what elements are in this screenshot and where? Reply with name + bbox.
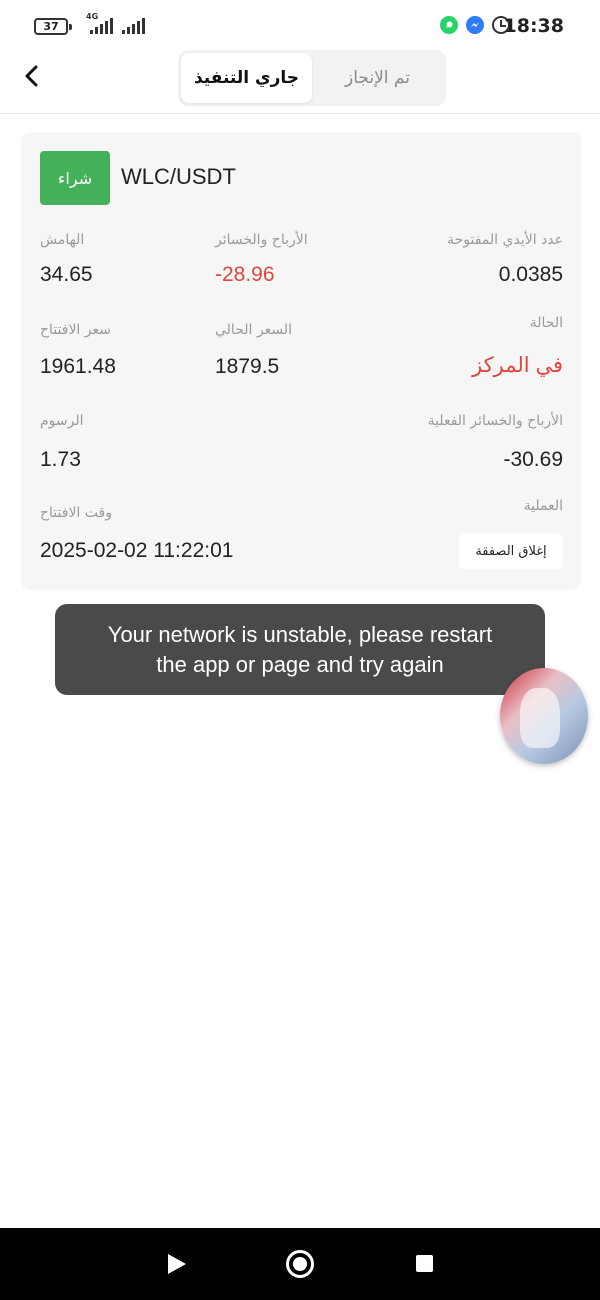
current-price-label: السعر الحالي (215, 322, 292, 338)
operation-label: العملية (523, 498, 563, 514)
open-price-label: سعر الافتتاح (40, 322, 111, 338)
navigation-bar (0, 1228, 600, 1300)
trading-pair: WLC/USDT (121, 164, 236, 189)
status-label: الحالة (529, 315, 563, 331)
open-lots-value: 0.0385 (498, 263, 563, 286)
tab-in-progress[interactable]: جاري التنفيذ (181, 53, 312, 103)
actual-pnl-value: -30.69 (503, 448, 563, 471)
margin-value: 34.65 (40, 263, 93, 286)
status-value: في المركز (472, 354, 563, 377)
signal-icon (90, 16, 113, 34)
chevron-left-icon[interactable] (18, 62, 46, 90)
fees-value: 1.73 (40, 448, 81, 471)
close-position-button[interactable]: إغلاق الصفقة (459, 533, 563, 569)
status-bar: 37 4G 18:38 (0, 0, 600, 52)
order-tabs: جاري التنفيذ تم الإنجاز (178, 50, 446, 106)
battery-icon: 37 (34, 18, 72, 35)
network-error-toast: Your network is unstable, please restart… (55, 604, 545, 695)
messenger-icon (466, 16, 484, 34)
tab-completed[interactable]: تم الإنجاز (312, 53, 443, 103)
battery-level: 37 (43, 20, 59, 33)
open-time-value: 2025-02-02 11:22:01 (40, 539, 234, 562)
back-triangle-icon[interactable] (168, 1254, 186, 1274)
fees-label: الرسوم (40, 413, 84, 429)
recents-square-icon[interactable] (416, 1255, 433, 1272)
current-price-value: 1879.5 (215, 355, 280, 378)
open-price-value: 1961.48 (40, 355, 116, 378)
toast-line-2: the app or page and try again (156, 652, 444, 677)
signal-icon-secondary (122, 16, 145, 34)
whatsapp-icon (440, 16, 458, 34)
open-time-label: وقت الافتتاح (40, 505, 112, 521)
header: جاري التنفيذ تم الإنجاز (0, 50, 600, 114)
floating-support-avatar[interactable] (500, 668, 588, 764)
position-card: شراء WLC/USDT الهامش 34.65 الأرباح والخس… (21, 132, 581, 590)
pnl-label: الأرباح والخسائر (215, 232, 308, 248)
open-lots-label: عدد الأيدي المفتوحة (447, 232, 563, 248)
toast-line-1: Your network is unstable, please restart (107, 622, 493, 647)
pnl-value: -28.96 (215, 263, 275, 286)
home-circle-icon[interactable] (286, 1250, 314, 1278)
actual-pnl-label: الأرباح والخسائر الفعلية (427, 413, 563, 429)
margin-label: الهامش (40, 232, 85, 248)
clock: 18:38 (503, 15, 564, 37)
buy-badge: شراء (40, 151, 110, 205)
